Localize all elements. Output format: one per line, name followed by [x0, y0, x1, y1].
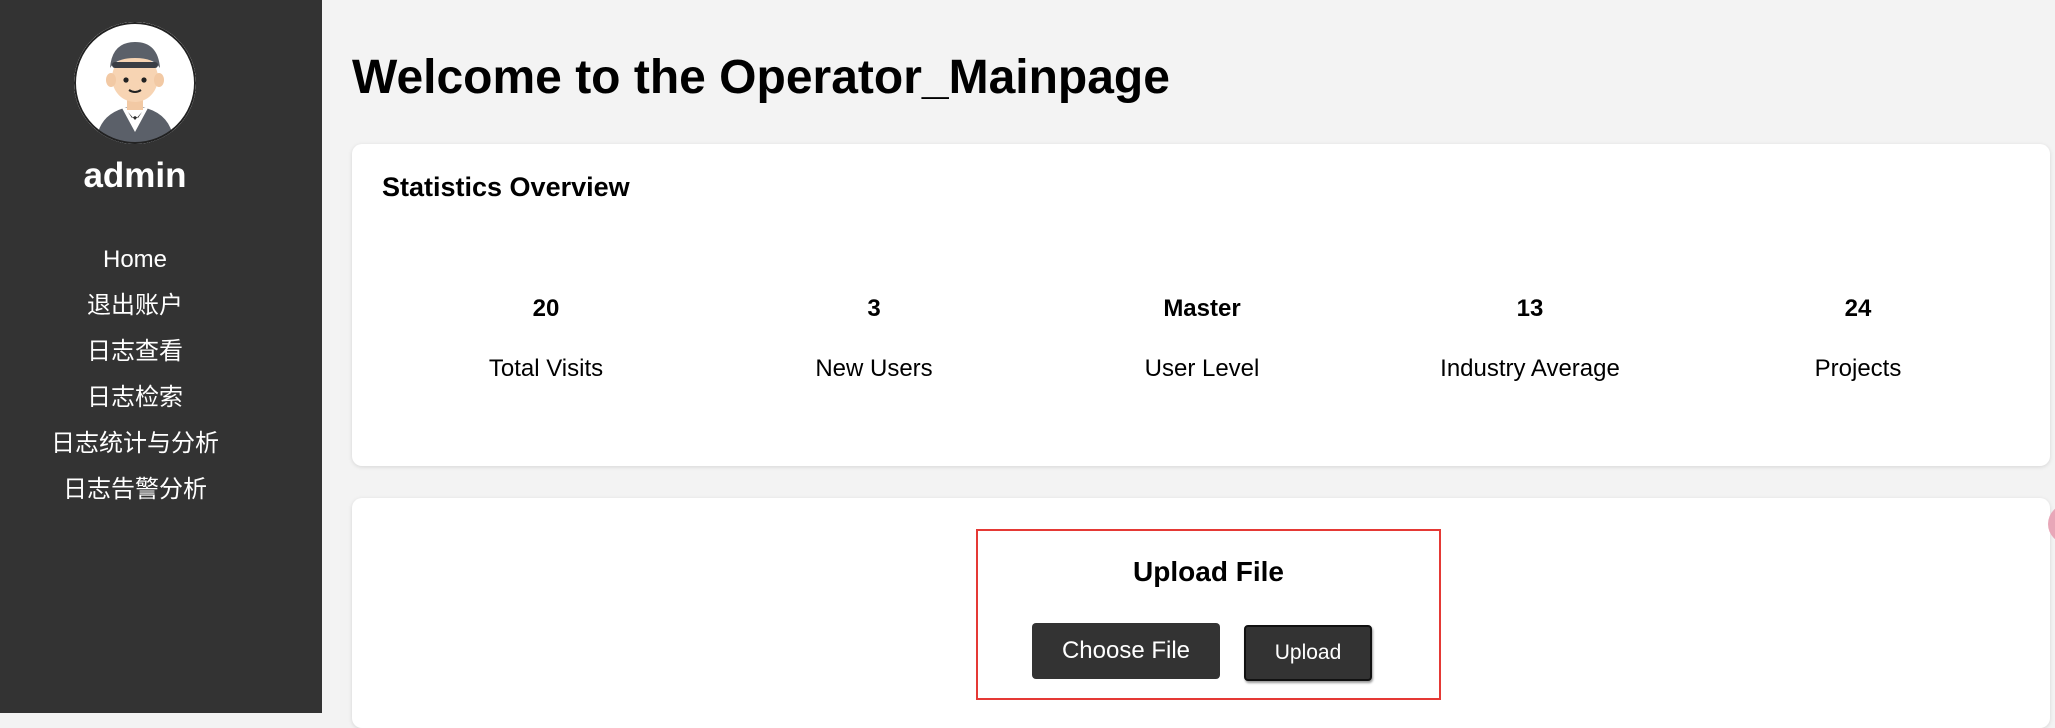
- statistics-card: Statistics Overview 20 Total Visits 3 Ne…: [352, 144, 2050, 466]
- sidebar-item-logout[interactable]: 退出账户: [0, 287, 270, 333]
- stat-projects: 24 Projects: [1708, 294, 2008, 384]
- stat-value: 13: [1516, 295, 1544, 322]
- sidebar-nav: Home 退出账户 日志查看 日志检索 日志统计与分析 日志告警分析: [0, 241, 270, 517]
- stat-label: Total Visits: [488, 355, 604, 382]
- choose-file-button[interactable]: Choose File: [1032, 623, 1220, 679]
- sidebar: admin Home 退出账户 日志查看 日志检索 日志统计与分析 日志告警分析: [0, 0, 322, 713]
- stat-label: Projects: [1814, 355, 1902, 382]
- page-title: Welcome to the Operator_Mainpage: [352, 51, 1170, 104]
- sidebar-item-home[interactable]: Home: [0, 241, 270, 287]
- sidebar-item-log-search[interactable]: 日志检索: [0, 379, 270, 425]
- operator-avatar-icon: [74, 22, 196, 144]
- upload-title: Upload File: [1133, 556, 1284, 587]
- stat-label: Industry Average: [1440, 355, 1620, 382]
- stat-user-level: Master User Level: [1052, 294, 1352, 384]
- statistics-row: 20 Total Visits 3 New Users Master User …: [352, 294, 2050, 394]
- sidebar-item-log-statistics[interactable]: 日志统计与分析: [0, 425, 270, 471]
- stat-industry-average: 13 Industry Average: [1380, 294, 1680, 384]
- sidebar-item-log-view[interactable]: 日志查看: [0, 333, 270, 379]
- stat-value: Master: [1163, 295, 1241, 322]
- upload-card: Upload File Choose File Upload: [352, 498, 2050, 728]
- statistics-title: Statistics Overview: [382, 172, 630, 202]
- upload-button[interactable]: Upload: [1244, 625, 1372, 681]
- stat-value: 20: [532, 295, 560, 322]
- stat-value: 3: [867, 295, 881, 322]
- stat-label: New Users: [815, 355, 933, 382]
- username: admin: [83, 156, 187, 195]
- stat-total-visits: 20 Total Visits: [396, 294, 696, 384]
- stat-label: User Level: [1144, 355, 1260, 382]
- upload-form: Upload File Choose File Upload: [976, 529, 1441, 700]
- sidebar-item-log-alerts[interactable]: 日志告警分析: [0, 471, 270, 517]
- stat-value: 24: [1844, 295, 1872, 322]
- stat-new-users: 3 New Users: [724, 294, 1024, 384]
